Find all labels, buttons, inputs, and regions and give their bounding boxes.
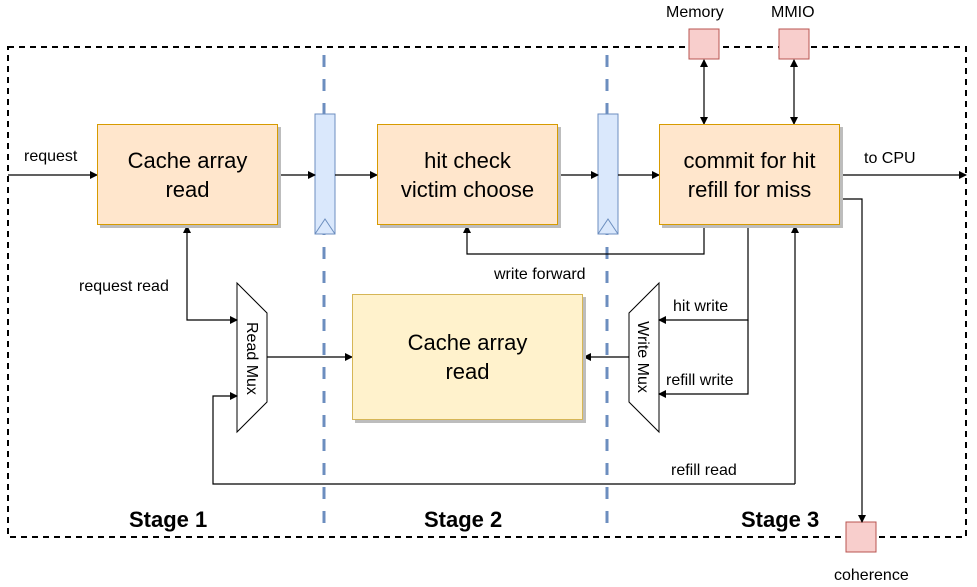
block-label: commit for hit [683, 147, 816, 173]
memory-label: Memory [666, 4, 724, 21]
refill-write-label: refill write [666, 372, 734, 389]
write-forward-label: write forward [494, 266, 586, 283]
pipeline-register-1 [314, 113, 336, 235]
cache-array-read-stage1: Cache array read [97, 124, 278, 225]
to-cpu-label: to CPU [864, 150, 916, 167]
mmio-port [778, 28, 810, 60]
stage-3-label: Stage 3 [741, 507, 820, 532]
block-label: victim choose [400, 176, 535, 202]
block-label: refill for miss [687, 176, 812, 202]
mmio-label: MMIO [771, 4, 815, 21]
commit-refill-block: commit for hit refill for miss [659, 124, 840, 225]
stage-1-label: Stage 1 [129, 507, 208, 532]
wire-request-read [183, 225, 238, 324]
wire-coherence [840, 198, 866, 523]
coherence-port [845, 521, 877, 553]
hit-write-label: hit write [673, 298, 729, 315]
pipeline-register-2 [597, 113, 619, 235]
refill-read-label: refill read [671, 462, 737, 479]
stage-2-label: Stage 2 [424, 507, 503, 532]
block-label: Cache array [127, 147, 248, 173]
block-label: read [445, 359, 490, 384]
read-mux-label: Read Mux [243, 322, 260, 395]
block-label: read [165, 176, 210, 202]
hit-check-block: hit check victim choose [377, 124, 558, 225]
request-read-label: request read [79, 278, 169, 295]
block-label: Cache array [407, 330, 528, 355]
coherence-label: coherence [834, 567, 909, 584]
wire-write-forward [463, 224, 705, 255]
write-mux-label: Write Mux [634, 321, 651, 393]
request-label: request [24, 148, 78, 165]
cache-array-block: Cache array read [352, 294, 583, 420]
memory-port [688, 28, 720, 60]
block-label: hit check [424, 147, 511, 173]
